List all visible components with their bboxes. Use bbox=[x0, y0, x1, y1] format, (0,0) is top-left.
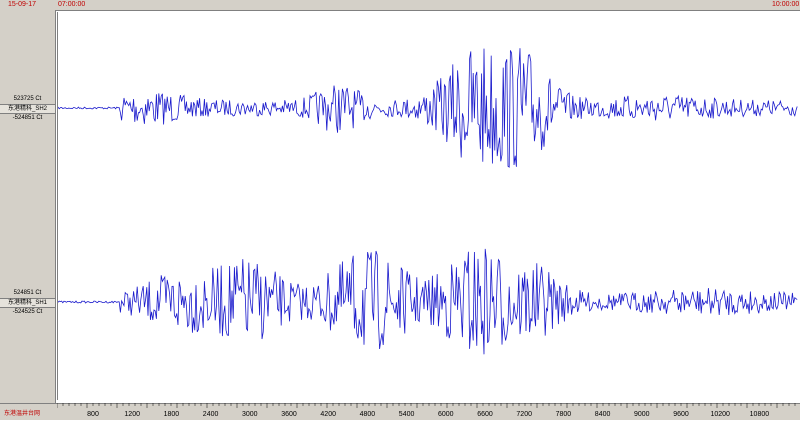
ruler-tick-label: 9000 bbox=[634, 411, 650, 418]
ruler-tick-label: 2400 bbox=[203, 411, 219, 418]
channel-2-max: 524851 Ct bbox=[13, 290, 42, 296]
channel-2-name[interactable]: 东港精科_SH1 bbox=[0, 298, 55, 308]
ruler-tick-label: 3000 bbox=[242, 411, 258, 418]
ruler-tick-label: 8400 bbox=[595, 411, 611, 418]
header-time-end: 10:00:00 bbox=[772, 1, 800, 8]
channel-2-min: -524525 Ct bbox=[12, 309, 43, 315]
ruler-svg: 800 1200 1800 2400 3000 3600 4200 4800 5400 6000 6… bbox=[56, 403, 796, 418]
waveform-trace-sh2 bbox=[57, 48, 798, 168]
ruler-tick-label: 7200 bbox=[516, 411, 532, 418]
channel-1-max: 523725 Ct bbox=[13, 96, 42, 102]
ruler-tick-label: 1200 bbox=[124, 411, 140, 418]
ruler-tick-label: 3600 bbox=[281, 411, 297, 418]
header-date: 15-09-17 bbox=[8, 1, 37, 8]
ruler-tick-label: 6600 bbox=[477, 411, 493, 418]
waveform-plot-area[interactable] bbox=[57, 12, 799, 400]
time-ruler[interactable]: 800 1200 1800 2400 3000 3600 4200 4800 5400 6000 6… bbox=[56, 403, 798, 419]
waveform-trace-sh1 bbox=[57, 248, 798, 355]
ruler-tick-label: 4200 bbox=[320, 411, 336, 418]
ruler-tick-label: 5400 bbox=[399, 411, 415, 418]
station-label: 东港温井台网 bbox=[4, 411, 41, 417]
channel-1-name[interactable]: 东港精科_SH2 bbox=[0, 104, 55, 114]
ruler-tick-label: 10800 bbox=[750, 411, 770, 418]
channel-1-min: -524851 Ct bbox=[12, 115, 43, 121]
ruler-tick-label: 4800 bbox=[360, 411, 376, 418]
time-header-bar: 15-09-17 07:00:00 10:00:00 bbox=[0, 0, 800, 11]
channel-label-panel: 523725 Ct 东港精科_SH2 -524851 Ct 524851 Ct … bbox=[0, 10, 56, 403]
ruler-tick-label: 7800 bbox=[556, 411, 572, 418]
ruler-tick-label: 6000 bbox=[438, 411, 454, 418]
waveform-svg bbox=[57, 48, 798, 355]
ruler-tick-label: 1800 bbox=[164, 411, 180, 418]
ruler-tick-label: 9600 bbox=[673, 411, 689, 418]
header-time-start: 07:00:00 bbox=[58, 1, 86, 8]
ruler-tick-label: 800 bbox=[87, 411, 99, 418]
ruler-tick-label: 10200 bbox=[710, 411, 730, 418]
